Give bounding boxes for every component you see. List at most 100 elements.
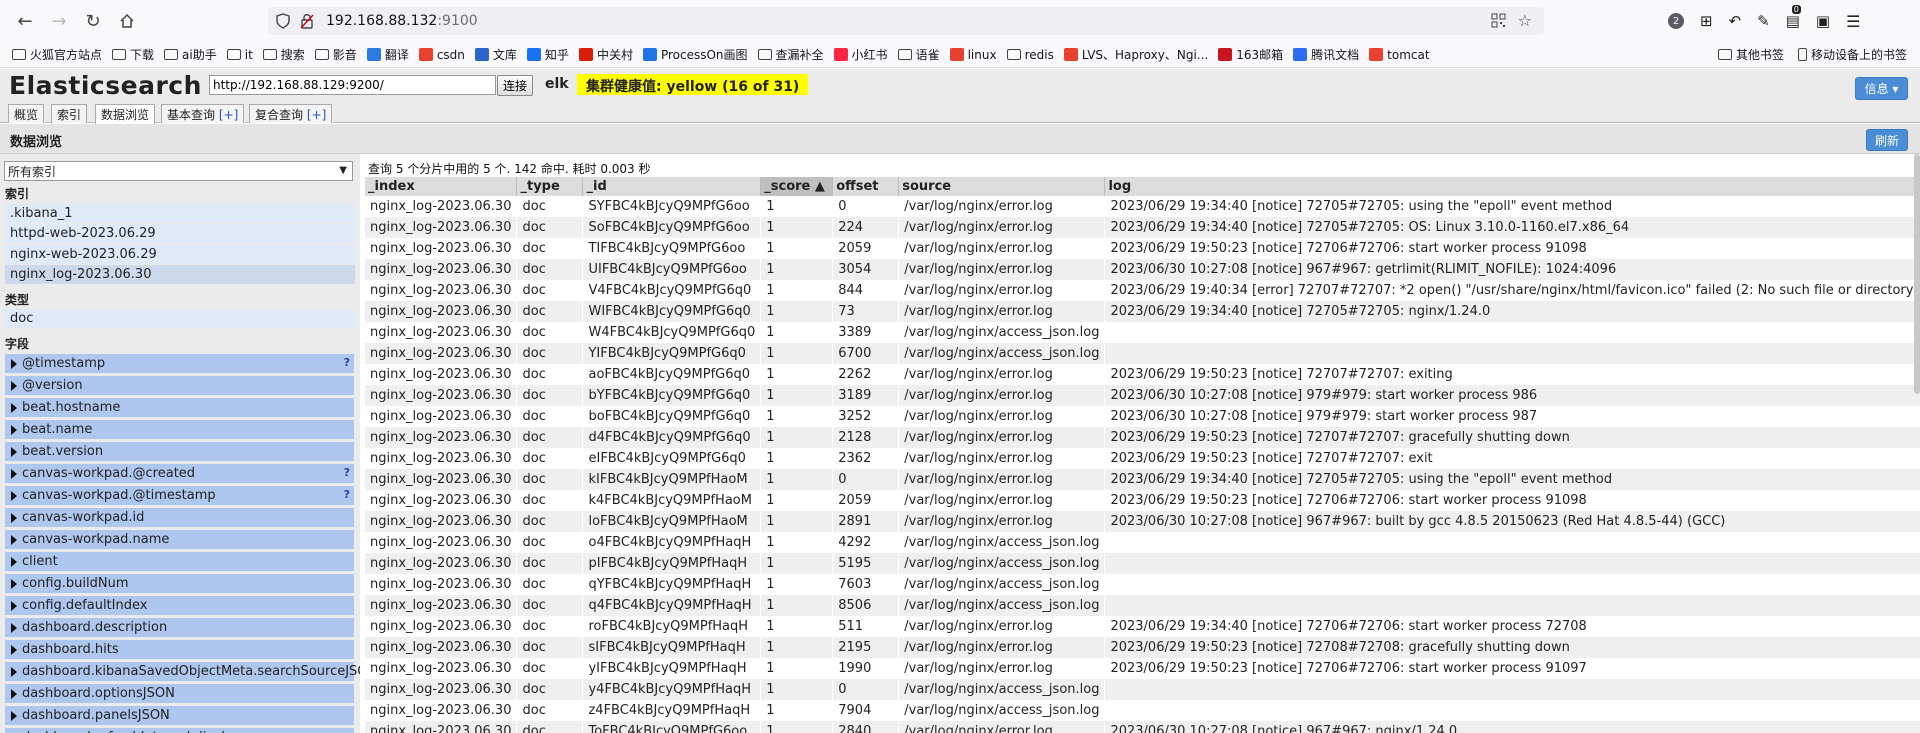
bookmark-item[interactable]: 语雀 xyxy=(897,46,940,63)
bookmark-star-icon[interactable]: ☆ xyxy=(1518,11,1532,30)
menu-icon[interactable]: ☰ xyxy=(1846,12,1860,31)
column-header[interactable]: _type xyxy=(516,177,584,197)
sidebar-index-item[interactable]: .kibana_1 xyxy=(5,204,355,223)
bookmark-item[interactable]: 查漏补全 xyxy=(757,46,824,63)
tab-indices[interactable]: 索引 xyxy=(51,104,88,123)
bookmark-item[interactable]: 中关村 xyxy=(578,46,633,63)
expand-triangle-icon[interactable] xyxy=(11,557,17,567)
bookmark-item[interactable]: redis xyxy=(1006,48,1054,62)
sidebar-field-item[interactable]: beat.hostname xyxy=(5,398,354,417)
crop-icon[interactable]: ⊞ xyxy=(1700,12,1713,30)
sidebar-field-item[interactable]: canvas-workpad.@created? xyxy=(5,464,354,483)
shield-icon[interactable] xyxy=(276,13,290,33)
expand-triangle-icon[interactable] xyxy=(11,623,17,633)
sidebar-field-item[interactable]: dashboard.kibanaSavedObjectMeta.searchSo… xyxy=(5,662,360,681)
table-row[interactable]: nginx_log-2023.06.30 doc W4FBC4kBJcyQ9MPfG… xyxy=(365,322,1920,343)
bookmark-item[interactable]: csdn xyxy=(418,48,465,62)
expand-triangle-icon[interactable] xyxy=(11,667,17,677)
table-row[interactable]: nginx_log-2023.06.30 doc V4FBC4kBJcyQ9MPfG… xyxy=(365,280,1920,301)
bookmark-item[interactable]: tomcat xyxy=(1369,48,1430,62)
bookmark-item[interactable]: 搜索 xyxy=(262,46,305,63)
table-row[interactable]: nginx_log-2023.06.30 doc o4FBC4kBJcyQ9MPfH… xyxy=(365,532,1920,553)
expand-triangle-icon[interactable] xyxy=(11,535,17,545)
bookmark-item[interactable]: 163邮箱 xyxy=(1218,46,1283,63)
table-row[interactable]: nginx_log-2023.06.30 doc roFBC4kBJcyQ9MPfH… xyxy=(365,616,1920,637)
column-header[interactable]: _id xyxy=(582,177,762,197)
table-row[interactable]: nginx_log-2023.06.30 doc yIFBC4kBJcyQ9MPfH… xyxy=(365,658,1920,679)
bookmark-item[interactable]: it xyxy=(226,48,253,62)
table-row[interactable]: nginx_log-2023.06.30 doc UIFBC4kBJcyQ9MPfG… xyxy=(365,259,1920,280)
bookmark-item[interactable]: linux xyxy=(949,48,997,62)
table-row[interactable]: nginx_log-2023.06.30 doc k4FBC4kBJcyQ9MPfH… xyxy=(365,490,1920,511)
column-header[interactable]: _score ▲ xyxy=(760,177,834,197)
back-icon[interactable]: ← xyxy=(8,5,42,37)
expand-triangle-icon[interactable] xyxy=(11,645,17,655)
expand-triangle-icon[interactable] xyxy=(11,381,17,391)
column-header[interactable]: source xyxy=(898,177,1106,197)
sidebar-type-item[interactable]: doc xyxy=(5,309,355,328)
expand-triangle-icon[interactable] xyxy=(11,491,17,501)
sidebar-field-item[interactable]: dashboard.optionsJSON xyxy=(5,684,354,703)
sidebar-field-item[interactable]: canvas-workpad.@timestamp? xyxy=(5,486,354,505)
sidebar-field-item[interactable]: dashboard.refreshInterval.display xyxy=(5,728,354,733)
field-help-icon[interactable]: ? xyxy=(344,466,350,479)
sidebar-toggle-icon[interactable]: ▣ xyxy=(1816,12,1830,30)
expand-triangle-icon[interactable] xyxy=(11,579,17,589)
bookmark-item[interactable]: 腾讯文档 xyxy=(1293,46,1359,63)
bookmark-item[interactable]: 知乎 xyxy=(526,46,569,63)
table-row[interactable]: nginx_log-2023.06.30 doc SoFBC4kBJcyQ9MPfG… xyxy=(365,217,1920,238)
sidebar-index-item[interactable]: httpd-web-2023.06.29 xyxy=(5,224,355,244)
home-icon[interactable] xyxy=(110,5,144,37)
tab-browser[interactable]: 数据浏览 xyxy=(95,104,156,124)
table-row[interactable]: nginx_log-2023.06.30 doc d4FBC4kBJcyQ9MPfG… xyxy=(365,427,1920,448)
extensions-icon[interactable]: ✎ xyxy=(1757,12,1770,30)
downloads-icon[interactable]: ▤ 0 xyxy=(1786,5,1801,30)
expand-triangle-icon[interactable] xyxy=(11,469,17,479)
refresh-button[interactable]: 刷新 xyxy=(1866,129,1908,151)
expand-triangle-icon[interactable] xyxy=(11,711,17,721)
expand-triangle-icon[interactable] xyxy=(11,689,17,699)
table-row[interactable]: nginx_log-2023.06.30 doc sIFBC4kBJcyQ9MPfH… xyxy=(365,637,1920,658)
table-row[interactable]: nginx_log-2023.06.30 doc kIFBC4kBJcyQ9MPfH… xyxy=(365,469,1920,490)
sidebar-field-item[interactable]: canvas-workpad.id xyxy=(5,508,354,527)
scrollbar[interactable] xyxy=(1914,154,1920,394)
table-row[interactable]: nginx_log-2023.06.30 doc TIFBC4kBJcyQ9MPfG… xyxy=(365,238,1920,259)
sidebar-field-item[interactable]: config.defaultIndex xyxy=(5,596,354,615)
bookmark-other[interactable]: 其他书签 xyxy=(1718,46,1784,63)
reload-icon[interactable]: ↻ xyxy=(76,5,110,37)
expand-triangle-icon[interactable] xyxy=(11,601,17,611)
address-bar[interactable]: 192.168.88.132:9100 ☆ xyxy=(268,7,1544,35)
column-header[interactable]: offset xyxy=(832,177,900,197)
sidebar-field-item[interactable]: dashboard.description xyxy=(5,618,354,637)
sidebar-field-item[interactable]: client xyxy=(5,552,354,571)
table-row[interactable]: nginx_log-2023.06.30 doc YIFBC4kBJcyQ9MPfG… xyxy=(365,343,1920,364)
sidebar-field-item[interactable]: dashboard.hits xyxy=(5,640,354,659)
sidebar-field-item[interactable]: @timestamp? xyxy=(5,354,354,373)
sidebar-field-item[interactable]: canvas-workpad.name xyxy=(5,530,354,549)
expand-triangle-icon[interactable] xyxy=(11,425,17,435)
bookmark-item[interactable]: ai助手 xyxy=(164,46,217,63)
table-row[interactable]: nginx_log-2023.06.30 doc aoFBC4kBJcyQ9MPfG… xyxy=(365,364,1920,385)
expand-triangle-icon[interactable] xyxy=(11,447,17,457)
url-text[interactable]: 192.168.88.132:9100 xyxy=(326,13,478,29)
account-icon[interactable]: 2 xyxy=(1668,13,1684,29)
column-header[interactable]: log xyxy=(1104,177,1920,197)
table-row[interactable]: nginx_log-2023.06.30 doc y4FBC4kBJcyQ9MPfH… xyxy=(365,679,1920,700)
sidebar-field-item[interactable]: config.buildNum xyxy=(5,574,354,593)
tab-overview[interactable]: 概览 xyxy=(8,104,45,123)
insecure-lock-icon[interactable] xyxy=(300,13,314,33)
bookmark-mobile[interactable]: 移动设备上的书签 xyxy=(1798,46,1907,63)
table-row[interactable]: nginx_log-2023.06.30 doc WIFBC4kBJcyQ9MPfG… xyxy=(365,301,1920,322)
connect-url-input[interactable] xyxy=(209,75,496,95)
bookmark-item[interactable]: 火狐官方站点 xyxy=(12,46,102,63)
sidebar-index-item[interactable]: nginx_log-2023.06.30 xyxy=(5,264,355,284)
index-select[interactable]: 所有索引 ▼ xyxy=(4,161,353,181)
bookmark-item[interactable]: 影音 xyxy=(314,46,357,63)
column-header[interactable]: _index xyxy=(365,177,518,197)
expand-triangle-icon[interactable] xyxy=(11,513,17,523)
field-help-icon[interactable]: ? xyxy=(344,488,350,501)
table-row[interactable]: nginx_log-2023.06.30 doc SYFBC4kBJcyQ9MPfG… xyxy=(365,196,1920,217)
sidebar-index-item[interactable]: nginx-web-2023.06.29 xyxy=(5,244,355,264)
forward-icon[interactable]: → xyxy=(42,5,76,37)
table-row[interactable]: nginx_log-2023.06.30 doc boFBC4kBJcyQ9MPfG… xyxy=(365,406,1920,427)
